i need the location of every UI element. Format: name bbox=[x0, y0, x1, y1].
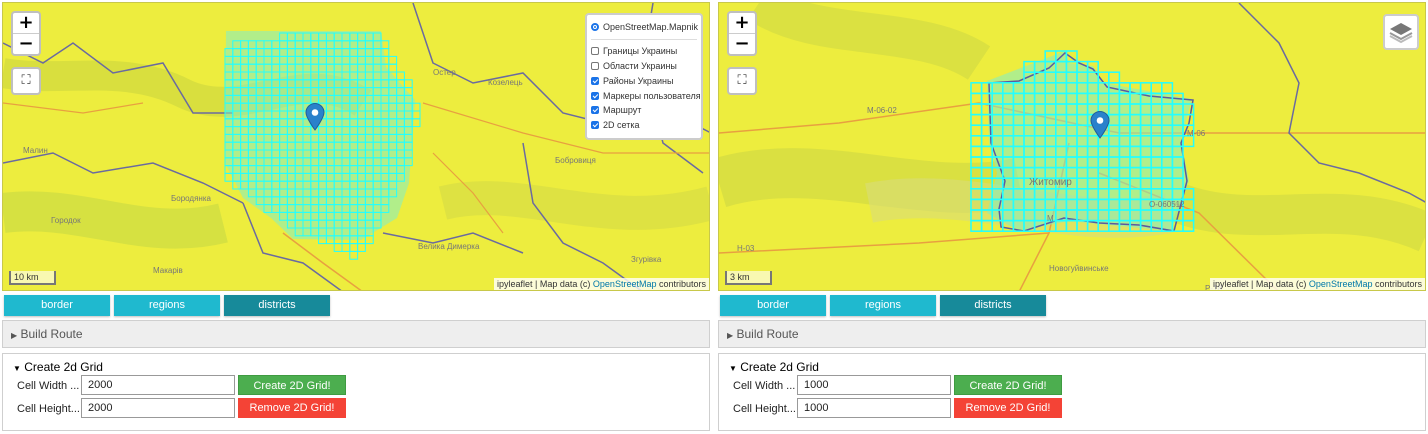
scale-bar: 10 km bbox=[9, 271, 56, 285]
create-grid-accordion: ▼ Create 2d Grid Cell Width ... Create 2… bbox=[718, 353, 1426, 431]
right-panel: Житомир Новогуйвинське М-06-02 М-06 Н-03… bbox=[716, 0, 1428, 434]
svg-text:Н-03: Н-03 bbox=[737, 244, 755, 253]
caret-down-icon: ▼ bbox=[729, 364, 737, 373]
svg-text:Згурівка: Згурівка bbox=[631, 255, 662, 264]
attribution-prefix: ipyleaflet | Map data (c) bbox=[497, 279, 593, 289]
overlay-label: Области Украины bbox=[603, 60, 677, 71]
build-route-accordion[interactable]: ▶ Build Route bbox=[718, 320, 1426, 348]
svg-text:Велика Димерка: Велика Димерка bbox=[418, 242, 480, 251]
cell-width-label: Cell Width ... bbox=[733, 380, 796, 392]
base-layer-label: OpenStreetMap.Mapnik bbox=[603, 22, 699, 33]
osm-link[interactable]: OpenStreetMap bbox=[1309, 279, 1373, 289]
map-zhytomyr[interactable]: Житомир Новогуйвинське М-06-02 М-06 Н-03… bbox=[718, 2, 1426, 291]
svg-text:Новогуйвинське: Новогуйвинське bbox=[1049, 264, 1109, 273]
overlay-checkbox[interactable] bbox=[591, 61, 599, 70]
overlay-option[interactable]: Районы Украины bbox=[591, 73, 697, 88]
svg-text:М-06: М-06 bbox=[1187, 129, 1206, 138]
base-layer-option[interactable]: OpenStreetMap.Mapnik bbox=[591, 20, 699, 35]
create-grid-title: Create 2d Grid bbox=[24, 360, 103, 374]
caret-down-icon: ▼ bbox=[13, 364, 21, 373]
map-attribution: ipyleaflet | Map data (c) OpenStreetMap … bbox=[494, 278, 709, 290]
svg-text:Городок: Городок bbox=[51, 216, 81, 225]
attribution-prefix: ipyleaflet | Map data (c) bbox=[1213, 279, 1309, 289]
svg-text:Козелець: Козелець bbox=[488, 78, 523, 87]
caret-right-icon: ▶ bbox=[11, 331, 18, 340]
map-attribution: ipyleaflet | Map data (c) OpenStreetMap … bbox=[1210, 278, 1425, 290]
overlay-checkbox[interactable] bbox=[591, 121, 599, 130]
remove-grid-button[interactable]: Remove 2D Grid! bbox=[954, 398, 1062, 418]
left-panel: Малин Городок Бородянка Макарів Остер Ко… bbox=[0, 0, 712, 434]
layers-control: OpenStreetMap.Mapnik Границы Украины Обл… bbox=[585, 13, 703, 140]
cell-width-input[interactable] bbox=[81, 375, 235, 395]
svg-text:Остер: Остер bbox=[433, 68, 456, 77]
tab-regions[interactable]: regions bbox=[830, 295, 936, 316]
overlay-checkbox[interactable] bbox=[591, 47, 599, 56]
svg-text:М: М bbox=[1047, 214, 1054, 223]
build-route-label: Build Route bbox=[736, 327, 799, 341]
tab-border[interactable]: border bbox=[720, 295, 826, 316]
overlay-option[interactable]: Маркеры пользователя bbox=[591, 88, 701, 103]
user-marker-pin-icon[interactable] bbox=[305, 103, 325, 131]
create-grid-title: Create 2d Grid bbox=[740, 360, 819, 374]
overlay-option[interactable]: Маршрут bbox=[591, 103, 697, 118]
zoom-control: + − bbox=[727, 11, 757, 56]
overlay-option[interactable]: 2D сетка bbox=[591, 118, 697, 133]
tab-border[interactable]: border bbox=[4, 295, 110, 316]
create-grid-header[interactable]: ▼ Create 2d Grid bbox=[13, 360, 103, 374]
svg-text:Малин: Малин bbox=[23, 146, 48, 155]
user-marker-pin-icon[interactable] bbox=[1090, 111, 1110, 139]
svg-text:М-06-02: М-06-02 bbox=[867, 106, 897, 115]
svg-text:Бородянка: Бородянка bbox=[171, 194, 212, 203]
layers-icon[interactable] bbox=[1383, 14, 1419, 50]
create-grid-button[interactable]: Create 2D Grid! bbox=[954, 375, 1062, 395]
cell-height-label: Cell Height... bbox=[17, 403, 80, 415]
attribution-suffix: contributors bbox=[656, 279, 706, 289]
overlay-option[interactable]: Области Украины bbox=[591, 59, 697, 74]
cell-width-input[interactable] bbox=[797, 375, 951, 395]
overlay-checkbox[interactable] bbox=[591, 76, 599, 85]
zoom-out-button[interactable]: − bbox=[13, 33, 39, 54]
zoom-out-button[interactable]: − bbox=[729, 33, 755, 54]
base-layer-radio[interactable] bbox=[591, 23, 599, 32]
zoom-in-button[interactable]: + bbox=[729, 13, 755, 33]
osm-link[interactable]: OpenStreetMap bbox=[593, 279, 657, 289]
svg-text:Макарів: Макарів bbox=[153, 266, 183, 275]
map-kyiv-region[interactable]: Малин Городок Бородянка Макарів Остер Ко… bbox=[2, 2, 710, 291]
cell-height-input[interactable] bbox=[797, 398, 951, 418]
cell-height-label: Cell Height... bbox=[733, 403, 796, 415]
overlay-label: 2D сетка bbox=[603, 120, 640, 131]
attribution-suffix: contributors bbox=[1372, 279, 1422, 289]
svg-text:Бобровиця: Бобровиця bbox=[555, 156, 596, 165]
create-grid-accordion: ▼ Create 2d Grid Cell Width ... Create 2… bbox=[2, 353, 710, 431]
tab-regions[interactable]: regions bbox=[114, 295, 220, 316]
caret-right-icon: ▶ bbox=[727, 331, 734, 340]
scale-bar: 3 km bbox=[725, 271, 772, 285]
overlay-label: Районы Украины bbox=[603, 75, 674, 86]
overlay-option[interactable]: Границы Украины bbox=[591, 44, 697, 59]
create-grid-header[interactable]: ▼ Create 2d Grid bbox=[729, 360, 819, 374]
tab-districts[interactable]: districts bbox=[940, 295, 1046, 316]
tab-districts[interactable]: districts bbox=[224, 295, 330, 316]
overlay-checkbox[interactable] bbox=[591, 91, 599, 100]
overlay-label: Маркеры пользователя bbox=[603, 90, 701, 101]
svg-text:О-060512: О-060512 bbox=[1149, 200, 1185, 209]
build-route-label: Build Route bbox=[20, 327, 83, 341]
fullscreen-icon[interactable]: ⛶ bbox=[727, 67, 757, 95]
overlay-label: Маршрут bbox=[603, 105, 642, 116]
svg-text:Житомир: Житомир bbox=[1029, 177, 1072, 188]
overlay-checkbox[interactable] bbox=[591, 106, 599, 115]
remove-grid-button[interactable]: Remove 2D Grid! bbox=[238, 398, 346, 418]
fullscreen-icon[interactable]: ⛶ bbox=[11, 67, 41, 95]
cell-width-label: Cell Width ... bbox=[17, 380, 80, 392]
create-grid-button[interactable]: Create 2D Grid! bbox=[238, 375, 346, 395]
map-tiles: Житомир Новогуйвинське М-06-02 М-06 Н-03… bbox=[719, 3, 1425, 290]
layers-separator bbox=[591, 38, 697, 40]
cell-height-input[interactable] bbox=[81, 398, 235, 418]
zoom-in-button[interactable]: + bbox=[13, 13, 39, 33]
build-route-accordion[interactable]: ▶ Build Route bbox=[2, 320, 710, 348]
overlay-label: Границы Украины bbox=[603, 46, 678, 57]
zoom-control: + − bbox=[11, 11, 41, 56]
